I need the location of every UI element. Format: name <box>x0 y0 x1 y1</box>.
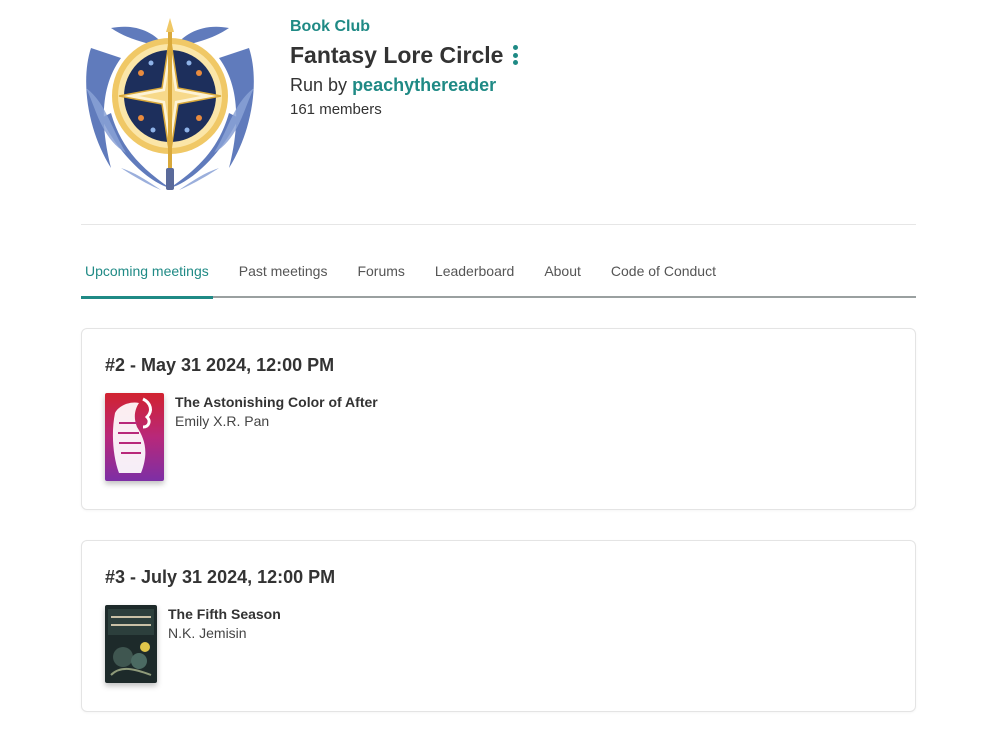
meeting-card: #3 - July 31 2024, 12:00 PM The Fifth Se… <box>81 540 916 712</box>
club-tabs: Upcoming meetings Past meetings Forums L… <box>81 252 916 299</box>
meeting-title: #3 - July 31 2024, 12:00 PM <box>105 567 336 587</box>
club-type-label: Book Club <box>290 18 370 35</box>
club-run-by: Run by peachythereader <box>290 74 519 96</box>
meeting-title: #2 - May 31 2024, 12:00 PM <box>105 355 335 375</box>
club-owner-link[interactable]: peachythereader <box>352 75 496 95</box>
more-vertical-icon[interactable] <box>513 45 519 65</box>
book-title[interactable]: The Astonishing Color of After <box>175 393 378 411</box>
meeting-card: #2 - May 31 2024, 12:00 PM The Astonishi… <box>81 328 916 510</box>
tab-leaderboard[interactable]: Leaderboard <box>435 252 514 296</box>
tab-past-meetings[interactable]: Past meetings <box>239 252 328 296</box>
tab-forums[interactable]: Forums <box>357 252 404 296</box>
book-author: Emily X.R. Pan <box>175 413 270 429</box>
book-title[interactable]: The Fifth Season <box>168 605 281 623</box>
header-divider <box>81 224 916 225</box>
book-author: N.K. Jemisin <box>168 625 247 641</box>
book-cover[interactable] <box>105 393 164 481</box>
book-cover[interactable] <box>105 605 157 683</box>
club-header: Book Club Fantasy Lore Circle Run by pea… <box>81 18 916 194</box>
club-title: Fantasy Lore Circle <box>290 42 504 68</box>
club-logo <box>81 18 259 194</box>
tab-upcoming-meetings[interactable]: Upcoming meetings <box>81 252 213 299</box>
tab-about[interactable]: About <box>544 252 581 296</box>
member-count: 161 members <box>290 101 382 118</box>
book-meta: The Astonishing Color of After Emily X.R… <box>175 393 378 430</box>
club-title-row: Fantasy Lore Circle <box>290 40 519 70</box>
tab-code-of-conduct[interactable]: Code of Conduct <box>611 252 716 296</box>
book-meta: The Fifth Season N.K. Jemisin <box>168 605 281 642</box>
club-info: Book Club Fantasy Lore Circle Run by pea… <box>290 18 519 120</box>
run-by-prefix: Run by <box>290 75 348 95</box>
